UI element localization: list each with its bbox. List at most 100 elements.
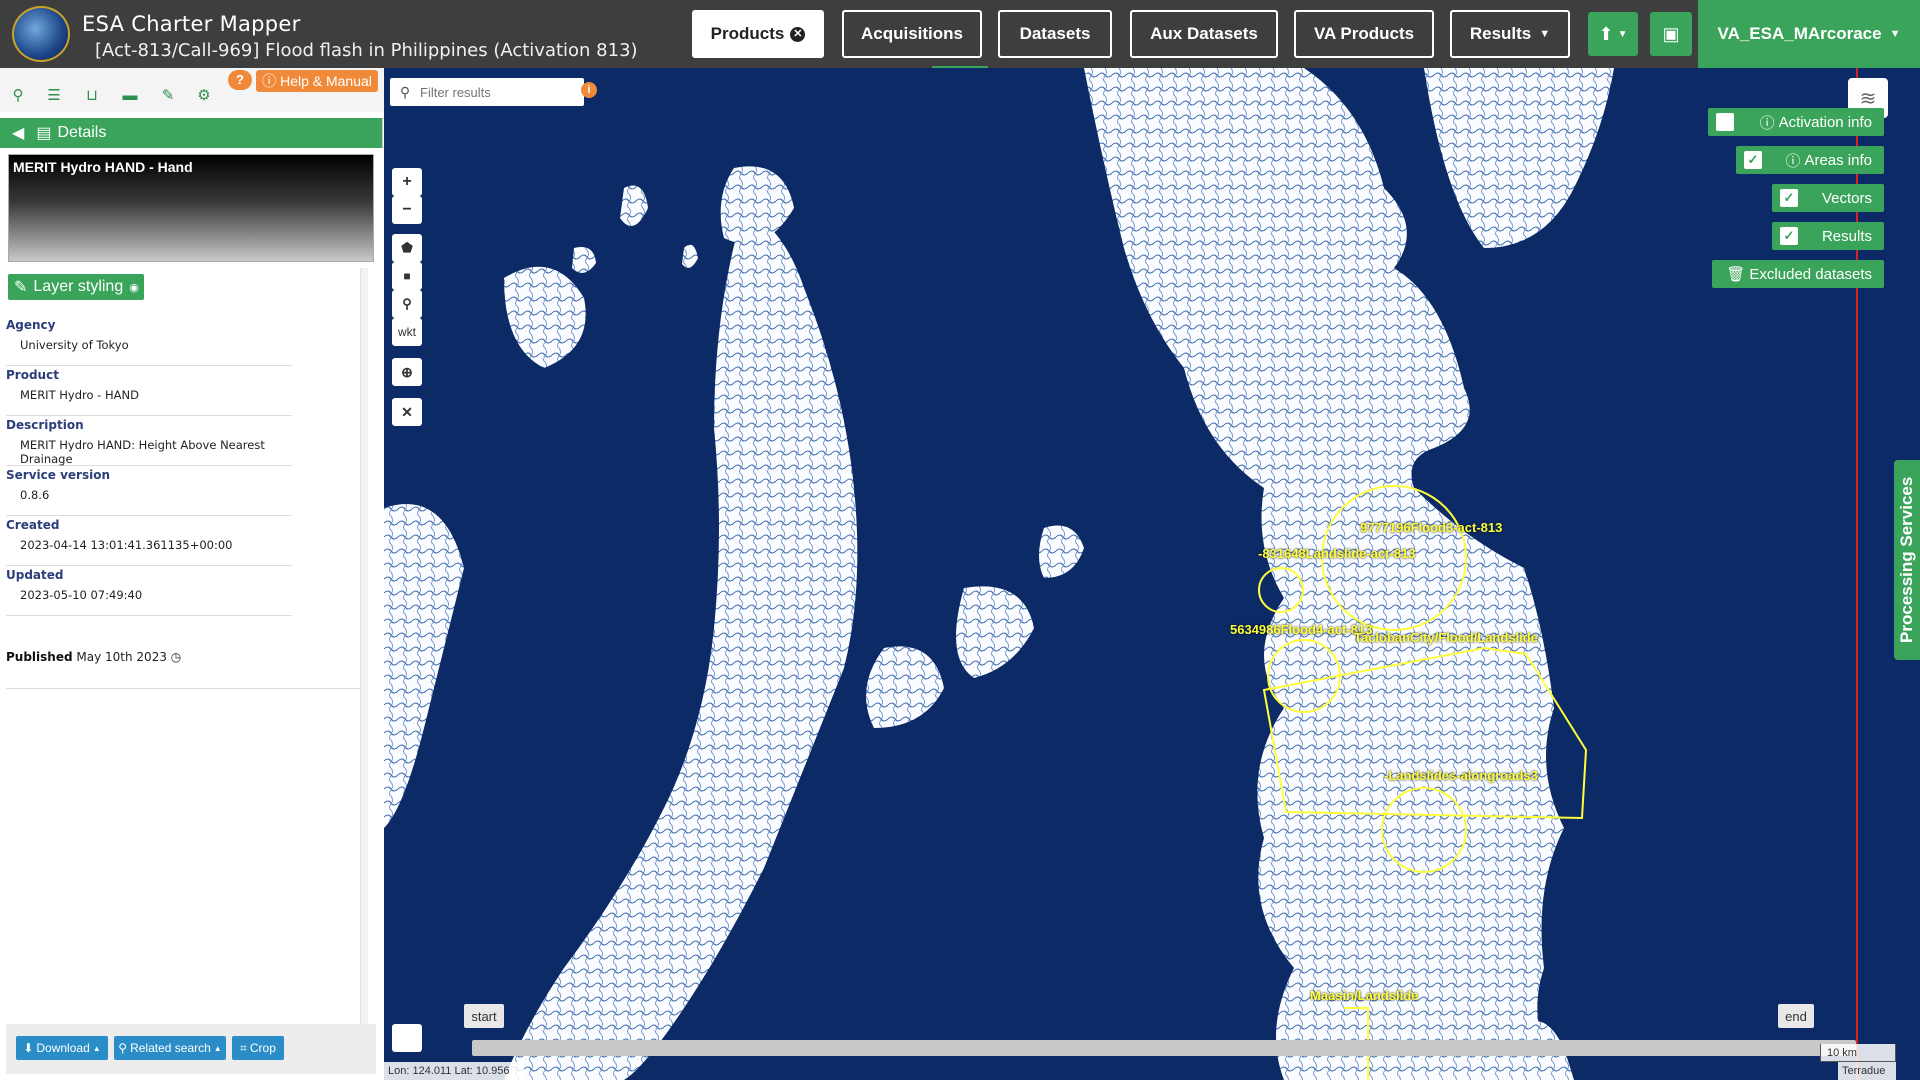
briefcase-icon: ▣: [1662, 23, 1680, 44]
tab-aux-datasets[interactable]: Aux Datasets: [1130, 10, 1278, 58]
processing-services-tab[interactable]: Processing Services: [1894, 460, 1920, 660]
checkbox-checked[interactable]: ✓: [1744, 151, 1762, 169]
archive-icon[interactable]: ▬: [116, 82, 144, 108]
layer-styling-button[interactable]: ✎ Layer styling ◉: [8, 274, 144, 300]
field-updated: Updated 2023-05-10 07:49:40: [6, 566, 292, 616]
info-icon: ⓘ: [1759, 114, 1775, 132]
activation-info-button[interactable]: ⓘ Activation info: [1708, 108, 1884, 136]
tab-acquisitions[interactable]: Acquisitions: [842, 10, 982, 58]
left-panel: ⚲ ☰ ⊔ ▬ ✎ ⚙ ? ⓘ Help & Manual ◀ ▤ Detail…: [0, 68, 396, 1080]
crop-icon: ⌗: [240, 1040, 247, 1055]
field-description: Description MERIT Hydro HAND: Height Abo…: [6, 416, 292, 466]
trash-icon: 🗑: [1726, 266, 1746, 283]
app-header: ESA Charter Mapper [Act-813/Call-969] Fl…: [0, 0, 1920, 69]
action-bar: ⬇ Download ▲ ⚲ Related search ▲ ⌗ Crop: [6, 1024, 376, 1074]
results-button[interactable]: ✓ Results: [1772, 222, 1884, 250]
excluded-datasets-label: Excluded datasets: [1749, 265, 1872, 283]
aoi-label[interactable]: Maasin/Landslide: [1310, 988, 1418, 1003]
draw-polygon-icon[interactable]: ⬟: [392, 234, 422, 262]
tab-datasets[interactable]: Datasets: [998, 10, 1112, 58]
upload-menu-button[interactable]: ⬆ ▼: [1588, 12, 1638, 56]
info-icon: ⓘ: [262, 73, 277, 89]
document-icon: ▤: [36, 125, 52, 142]
timeline-end-label[interactable]: end: [1778, 1004, 1814, 1028]
charter-logo-icon: [12, 6, 70, 62]
field-value: MERIT Hydro - HAND: [20, 388, 139, 402]
fullscreen-icon[interactable]: ✕: [392, 398, 422, 426]
caret-down-icon: ▼: [1617, 28, 1628, 40]
tab-products[interactable]: Products ✕: [692, 10, 824, 58]
tab-results[interactable]: Results ▼: [1450, 10, 1570, 58]
scale-bar: 10 km: [1820, 1044, 1896, 1062]
aoi-label[interactable]: 9777196Flood3-act-813: [1360, 520, 1502, 535]
map-attribution: Terradue: [1838, 1062, 1896, 1080]
timeline-start-label[interactable]: start: [464, 1004, 504, 1028]
aoi-label[interactable]: -Landslides-alongroads3: [1384, 768, 1538, 783]
tab-products-label: Products: [710, 24, 785, 43]
aoi-label[interactable]: -831648Landslide-act-813: [1258, 546, 1416, 561]
info-icon: ⓘ: [1785, 152, 1801, 170]
aoi-label[interactable]: TaclobanCity/Flood/Landslide: [1354, 630, 1538, 645]
caret-up-icon: ▲: [92, 1043, 101, 1053]
zoom-out-button[interactable]: −: [392, 196, 422, 224]
vectors-button[interactable]: ✓ Vectors: [1772, 184, 1884, 212]
globe-icon[interactable]: ⊕: [392, 358, 422, 386]
caret-up-icon: ▲: [213, 1043, 222, 1053]
left-toolbar: ⚲ ☰ ⊔ ▬ ✎ ⚙ ? ⓘ Help & Manual: [0, 68, 384, 112]
checkbox-checked[interactable]: ✓: [1780, 227, 1798, 245]
crop-label: Crop: [249, 1041, 276, 1055]
activation-title: [Act-813/Call-969] Flood flash in Philip…: [95, 40, 638, 61]
published-date: May 10th 2023: [76, 650, 167, 664]
aoi-label[interactable]: 5634986Flood4-act-813: [1230, 622, 1372, 637]
field-product: Product MERIT Hydro - HAND: [6, 366, 292, 416]
layer-styling-label: Layer styling: [33, 278, 124, 295]
checkbox-checked[interactable]: ✓: [1780, 189, 1798, 207]
help-manual-label: Help & Manual: [280, 73, 372, 89]
excluded-datasets-button[interactable]: 🗑 Excluded datasets: [1712, 260, 1884, 288]
crop-button[interactable]: ⌗ Crop: [232, 1036, 284, 1060]
map-view[interactable]: ⚲ i + − ⬟ ■ ⚲ wkt ⊕ ✕ ≋ ⓘ Activation inf…: [384, 68, 1920, 1080]
help-manual-button[interactable]: ⓘ Help & Manual: [256, 70, 378, 92]
timeline-slider[interactable]: [472, 1040, 1856, 1056]
details-header[interactable]: ◀ ▤ Details: [0, 118, 382, 148]
scrollbar[interactable]: [360, 268, 368, 1058]
gear-icon[interactable]: ⚙: [190, 82, 218, 108]
published-label: Published: [6, 650, 73, 664]
download-label: Download: [36, 1041, 90, 1055]
user-name: VA_ESA_MArcorace: [1717, 24, 1882, 43]
basket-icon[interactable]: ⊔: [78, 82, 106, 108]
tab-va-products[interactable]: VA Products: [1294, 10, 1434, 58]
info-icon[interactable]: i: [581, 82, 597, 98]
user-menu[interactable]: VA_ESA_MArcorace ▼: [1698, 0, 1920, 68]
filter-results-box[interactable]: ⚲: [390, 78, 584, 106]
product-fields: Agency University of Tokyo Product MERIT…: [6, 316, 292, 616]
time-marker-line: [1856, 68, 1858, 1080]
field-service-version: Service version 0.8.6: [6, 466, 292, 516]
draw-rectangle-icon[interactable]: ■: [392, 262, 422, 290]
related-search-button[interactable]: ⚲ Related search ▲: [114, 1036, 226, 1060]
filter-results-input[interactable]: [420, 84, 570, 100]
activation-info-label: Activation info: [1778, 113, 1872, 131]
help-question-icon[interactable]: ?: [228, 70, 252, 90]
results-label: Results: [1821, 227, 1872, 245]
search-icon: ⚲: [399, 83, 411, 100]
tab-results-label: Results: [1469, 24, 1532, 43]
list-icon[interactable]: ☰: [40, 82, 68, 108]
checkbox-unchecked[interactable]: [1716, 113, 1734, 131]
field-agency: Agency University of Tokyo: [6, 316, 292, 366]
pencil-icon[interactable]: ✎: [154, 82, 182, 108]
zoom-in-button[interactable]: +: [392, 168, 422, 196]
search-icon[interactable]: ⚲: [4, 82, 32, 108]
toggle-circle-icon: ◉: [129, 281, 139, 294]
wkt-button[interactable]: wkt: [392, 318, 422, 346]
briefcase-button[interactable]: ▣: [1650, 12, 1692, 56]
areas-info-button[interactable]: ✓ ⓘ Areas info: [1736, 146, 1884, 174]
chevron-left-icon[interactable]: ◀: [12, 123, 24, 143]
divider: [6, 688, 362, 689]
close-icon[interactable]: ✕: [790, 26, 806, 42]
draw-point-icon[interactable]: ⚲: [392, 290, 422, 318]
expand-icon[interactable]: [392, 1024, 422, 1052]
field-created: Created 2023-04-14 13:01:41.361135+00:00: [6, 516, 292, 566]
caret-down-icon: ▼: [1539, 28, 1551, 40]
download-button[interactable]: ⬇ Download ▲: [16, 1036, 108, 1060]
